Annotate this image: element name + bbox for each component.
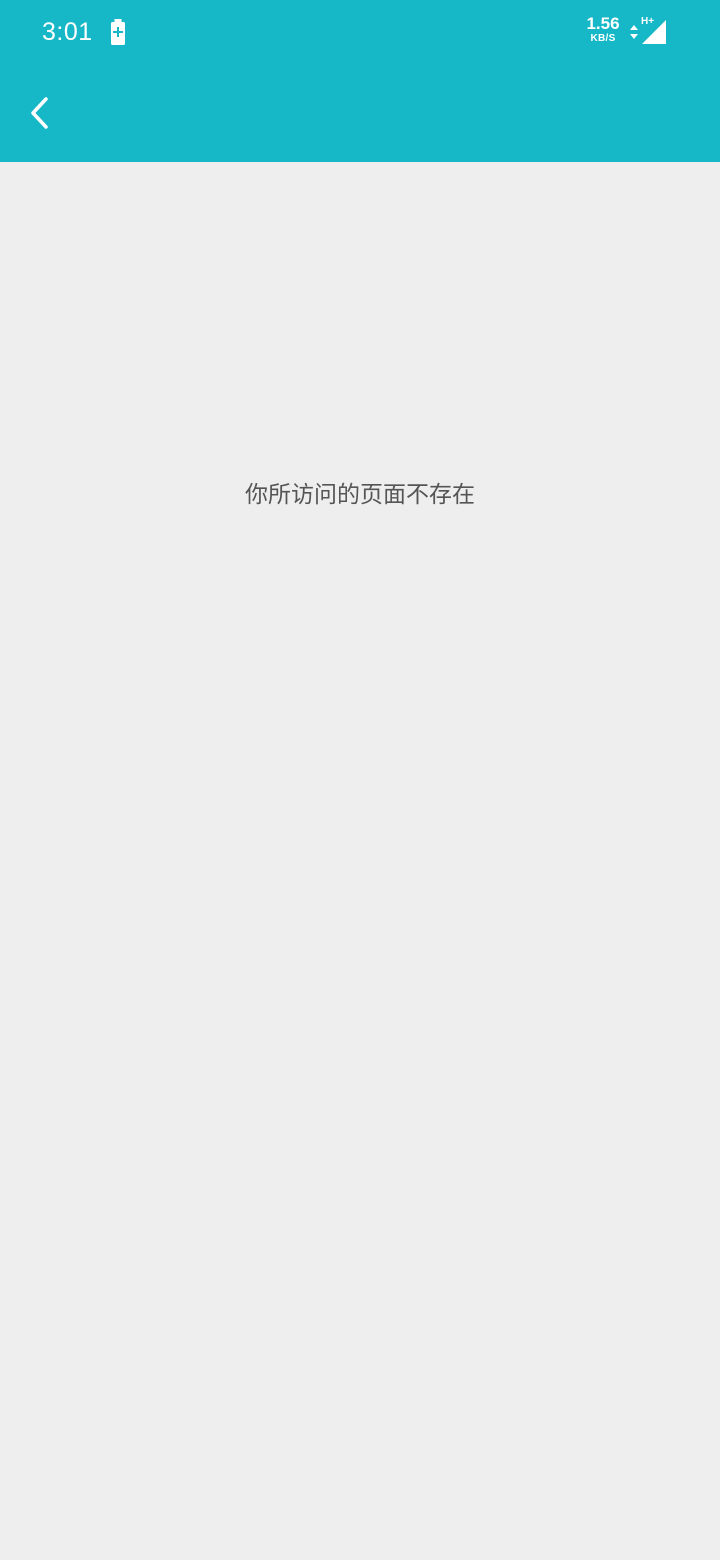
back-button[interactable] — [18, 90, 62, 136]
network-speed-value: 1.56 — [586, 14, 620, 33]
data-arrows-icon — [630, 25, 638, 39]
status-time: 3:01 — [42, 18, 93, 46]
status-bar: 3:01 1.56 KB/S H+ — [0, 0, 720, 66]
battery-charging-icon — [111, 19, 125, 45]
network-type-label: H+ — [641, 16, 655, 27]
network-speed: 1.56 KB/S — [584, 14, 622, 45]
chevron-left-icon — [31, 97, 48, 129]
app-header: 3:01 1.56 KB/S H+ — [0, 0, 720, 162]
network-speed-unit: KB/S — [590, 33, 616, 44]
page-not-found-message: 你所访问的页面不存在 — [245, 482, 475, 508]
